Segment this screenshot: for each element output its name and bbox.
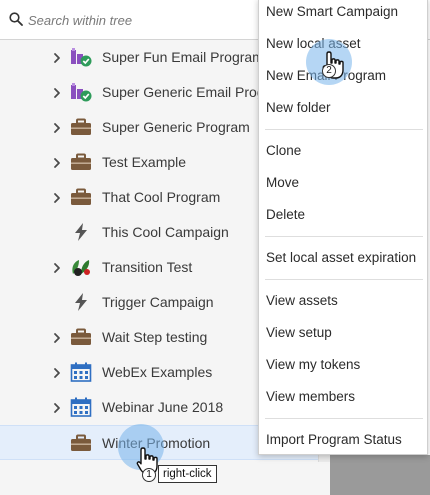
background-panel — [330, 455, 430, 495]
chevron-right-icon[interactable] — [51, 51, 63, 63]
menu-item-set-local-asset-expiration[interactable]: Set local asset expiration — [266, 250, 416, 265]
chevron-right-icon[interactable] — [51, 121, 63, 133]
search-icon — [9, 12, 23, 26]
search-input[interactable] — [28, 9, 256, 31]
chevron-right-icon[interactable] — [51, 261, 63, 273]
chevron-right-icon[interactable] — [51, 331, 63, 343]
tree-item-label: Webinar June 2018 — [102, 399, 224, 415]
menu-item-clone[interactable]: Clone — [266, 143, 301, 158]
step-badge: 2 — [322, 64, 336, 78]
tree-item-label: Trigger Campaign — [102, 294, 214, 310]
briefcase-icon — [70, 117, 92, 137]
menu-separator — [265, 279, 423, 280]
chevron-right-icon[interactable] — [51, 191, 63, 203]
lightning-icon — [70, 292, 92, 312]
tree-item-label: Transition Test — [102, 259, 193, 275]
tree-item-label: WebEx Examples — [102, 364, 213, 380]
email-program-icon — [70, 82, 92, 102]
tree-item-label: That Cool Program — [102, 189, 221, 205]
menu-separator — [265, 236, 423, 237]
chevron-right-icon[interactable] — [51, 401, 63, 413]
chevron-right-icon[interactable] — [51, 366, 63, 378]
menu-item-delete[interactable]: Delete — [266, 207, 305, 222]
briefcase-icon — [70, 187, 92, 207]
tree-item-label: Wait Step testing — [102, 329, 208, 345]
right-click-tooltip: right-click — [158, 465, 217, 483]
briefcase-icon — [70, 152, 92, 172]
menu-item-view-setup[interactable]: View setup — [266, 325, 332, 340]
step-badge: 1 — [142, 468, 156, 482]
email-program-icon — [70, 47, 92, 67]
menu-item-new-folder[interactable]: New folder — [266, 100, 331, 115]
tree-item-label: Super Fun Email Program — [102, 49, 264, 65]
briefcase-icon — [70, 327, 92, 347]
menu-separator — [265, 418, 423, 419]
tree-item-label: Super Generic Program — [102, 119, 250, 135]
menu-item-move[interactable]: Move — [266, 175, 299, 190]
calendar-icon — [70, 397, 92, 417]
tree-item-label: Test Example — [102, 154, 187, 170]
engagement-program-icon — [70, 257, 92, 277]
briefcase-icon — [70, 433, 92, 453]
chevron-right-icon[interactable] — [51, 86, 63, 98]
menu-item-view-members[interactable]: View members — [266, 389, 355, 404]
chevron-right-icon[interactable] — [51, 156, 63, 168]
calendar-icon — [70, 362, 92, 382]
menu-item-import-program-status[interactable]: Import Program Status — [266, 432, 402, 447]
lightning-icon — [70, 222, 92, 242]
tree-item-label: This Cool Campaign — [102, 224, 229, 240]
menu-separator — [265, 129, 423, 130]
menu-item-new-smart-campaign[interactable]: New Smart Campaign — [266, 4, 398, 19]
menu-item-view-assets[interactable]: View assets — [266, 293, 338, 308]
menu-item-view-my-tokens[interactable]: View my tokens — [266, 357, 360, 372]
